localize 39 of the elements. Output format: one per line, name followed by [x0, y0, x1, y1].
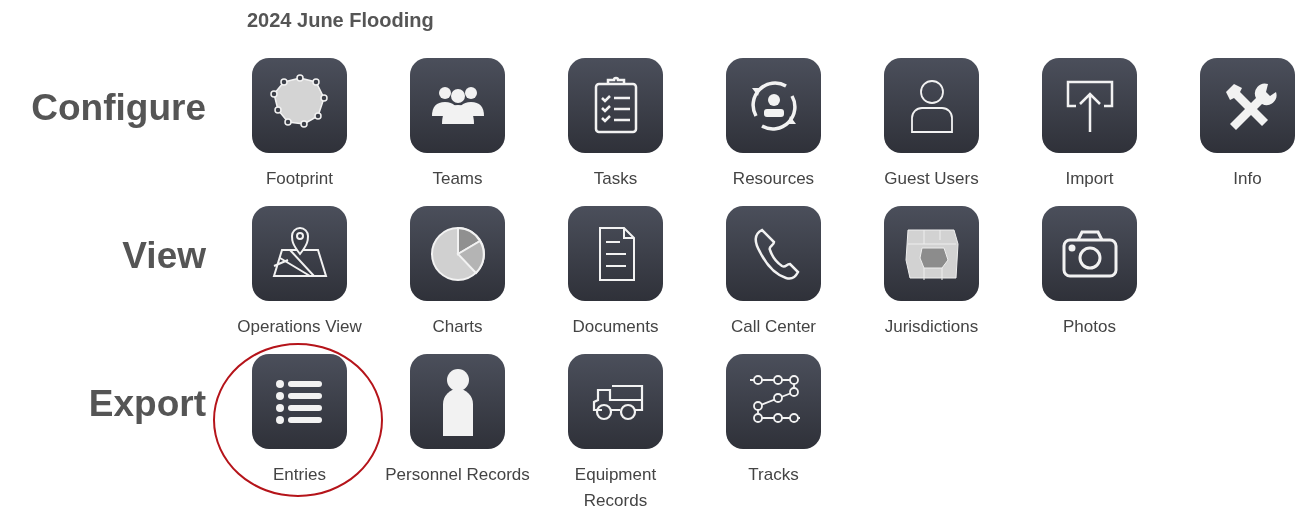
user-outline-button[interactable]	[884, 58, 979, 153]
tile-label[interactable]: Resources	[732, 166, 815, 192]
list-button[interactable]	[252, 354, 347, 449]
tile-label[interactable]: Call Center	[730, 314, 816, 340]
tile-label[interactable]: Entries	[273, 462, 326, 488]
person-button[interactable]	[410, 354, 505, 449]
people-button[interactable]	[410, 58, 505, 153]
tile-label[interactable]: Import	[1065, 166, 1114, 192]
tile-label[interactable]: Jurisdictions	[884, 314, 979, 340]
tile-label[interactable]: Teams	[432, 166, 483, 192]
dashboard-title: 2024 June Flooding	[247, 8, 435, 33]
tile-label[interactable]: Photos	[1063, 314, 1116, 340]
section-heading: Configure	[30, 86, 207, 130]
document-button[interactable]	[568, 206, 663, 301]
tile-label[interactable]: Info	[1233, 166, 1262, 192]
camera-button[interactable]	[1042, 206, 1137, 301]
dump-truck-button[interactable]	[568, 354, 663, 449]
tile-label[interactable]: Charts	[432, 314, 483, 340]
section-heading: Export	[87, 382, 207, 426]
tile-label[interactable]: Operations View	[237, 314, 362, 340]
phone-button[interactable]	[726, 206, 821, 301]
person-cycle-button[interactable]	[726, 58, 821, 153]
tile-label[interactable]: Guest Users	[884, 166, 979, 192]
person-icon	[441, 367, 474, 436]
tile-label[interactable]: Tasks	[593, 166, 638, 192]
tile-label[interactable]: Tracks	[748, 462, 799, 488]
polygon-button[interactable]	[252, 58, 347, 153]
region-map-button[interactable]	[884, 206, 979, 301]
section-heading: View	[121, 234, 207, 278]
tools-button[interactable]	[1200, 58, 1295, 153]
clipboard-button[interactable]	[568, 58, 663, 153]
tile-label[interactable]: Documents	[572, 314, 659, 340]
upload-button[interactable]	[1042, 58, 1137, 153]
tile-label[interactable]: Personnel Records	[385, 462, 530, 488]
tile-label[interactable]: Equipment Records	[574, 462, 657, 512]
route-nodes-button[interactable]	[726, 354, 821, 449]
pie-chart-button[interactable]	[410, 206, 505, 301]
tile-label[interactable]: Footprint	[265, 166, 334, 192]
map-pin-button[interactable]	[252, 206, 347, 301]
